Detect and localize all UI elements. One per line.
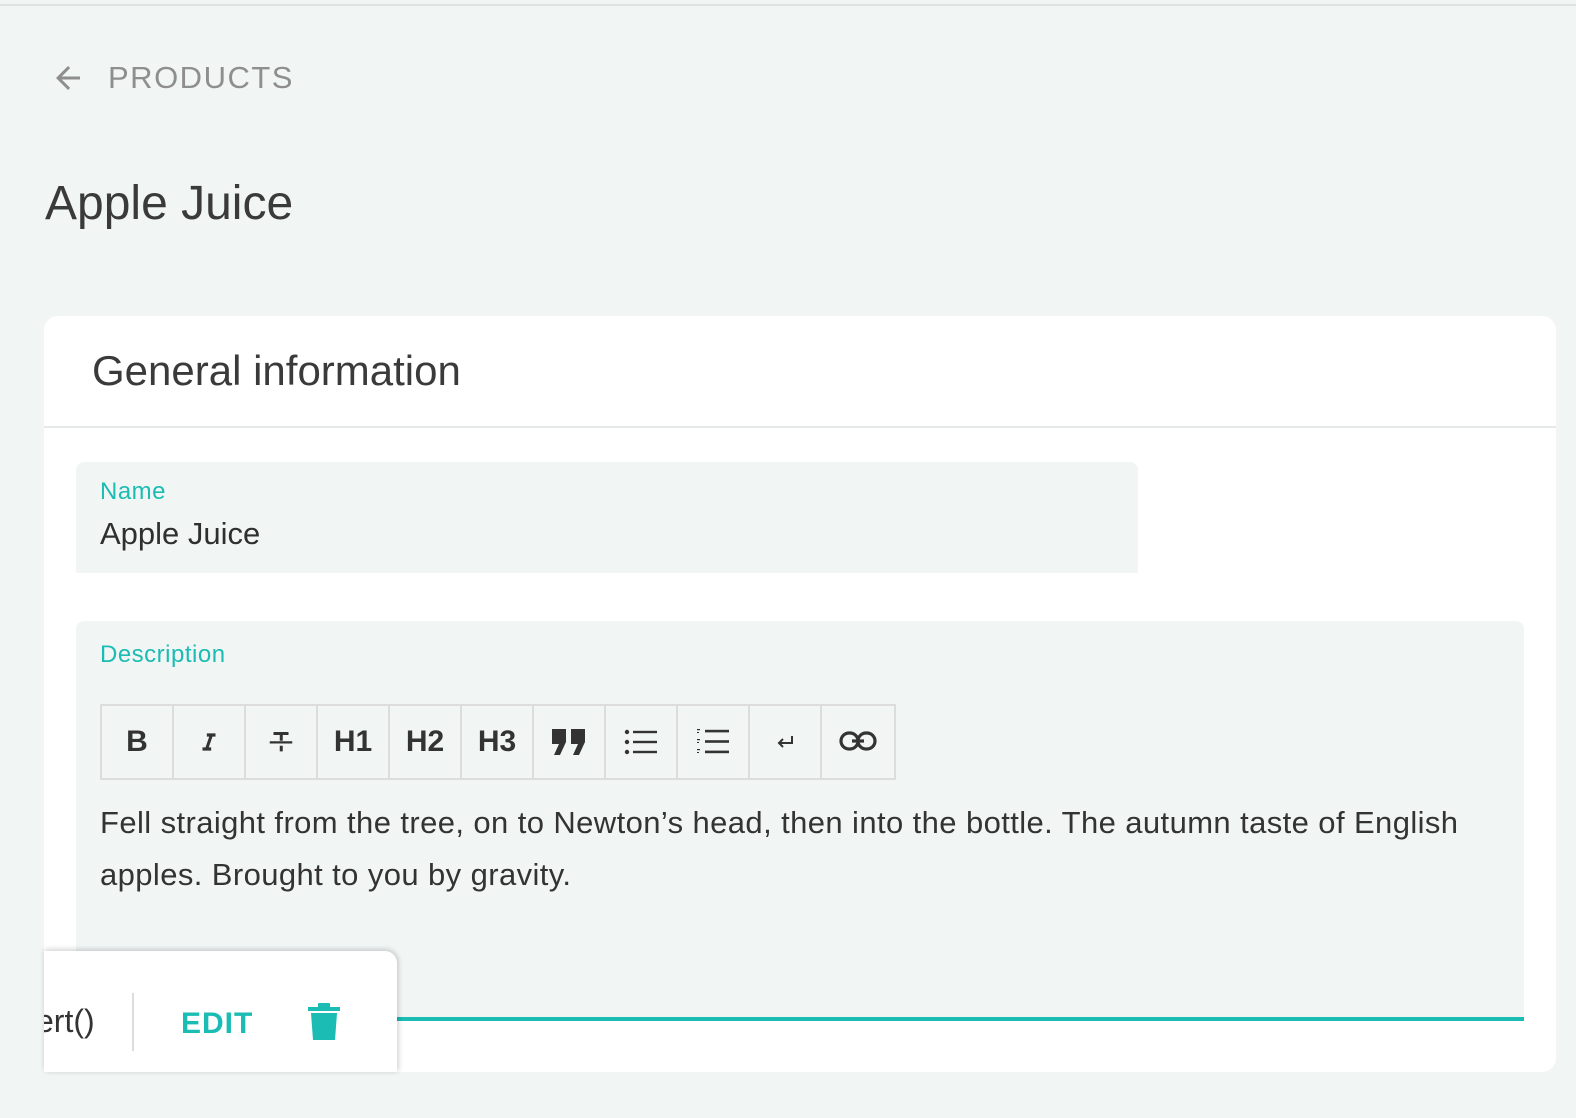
- description-field-label: Description: [100, 641, 226, 668]
- ordered-list-button[interactable]: [678, 706, 750, 778]
- trash-icon[interactable]: [306, 1002, 342, 1042]
- arrow-left-icon: [48, 58, 88, 98]
- name-input[interactable]: [100, 514, 1100, 554]
- toolbar-divider: [132, 993, 134, 1051]
- top-divider: [0, 0, 1576, 6]
- bold-label: B: [126, 725, 148, 758]
- heading-2-label: H2: [405, 725, 445, 758]
- card-title: General information: [92, 347, 461, 394]
- link-button[interactable]: [822, 706, 894, 778]
- floating-action-toolbar: ert() EDIT: [44, 951, 397, 1072]
- edit-button[interactable]: EDIT: [181, 1007, 253, 1041]
- description-editor[interactable]: Fell straight from the tree, on to Newto…: [100, 797, 1500, 901]
- heading-3-button[interactable]: H3: [462, 706, 534, 778]
- back-link-label: PRODUCTS: [108, 60, 294, 95]
- line-break-icon: [774, 732, 796, 752]
- blockquote-button[interactable]: [534, 706, 606, 778]
- heading-1-button[interactable]: H1: [318, 706, 390, 778]
- strikethrough-button[interactable]: [246, 706, 318, 778]
- line-break-button[interactable]: [750, 706, 822, 778]
- italic-icon: [196, 729, 222, 755]
- page: PRODUCTS Apple Juice General information…: [0, 0, 1576, 1118]
- italic-button[interactable]: [174, 706, 246, 778]
- quote-icon: [550, 727, 588, 757]
- code-fragment-text: ert(): [44, 1003, 95, 1039]
- card-header: General information: [44, 316, 1556, 428]
- heading-2-button[interactable]: H2: [390, 706, 462, 778]
- rich-text-toolbar: B H1 H2 H3: [100, 704, 896, 780]
- bullet-list-button[interactable]: [606, 706, 678, 778]
- page-title: Apple Juice: [45, 177, 294, 230]
- name-field-label: Name: [100, 478, 167, 505]
- strikethrough-icon: [266, 727, 296, 757]
- bullet-list-icon: [624, 727, 658, 757]
- heading-1-label: H1: [333, 725, 373, 758]
- link-icon: [839, 730, 877, 754]
- ordered-list-icon: [696, 726, 730, 758]
- bold-button[interactable]: B: [102, 706, 174, 778]
- back-to-products-link[interactable]: PRODUCTS: [48, 56, 294, 100]
- heading-3-label: H3: [477, 725, 517, 758]
- name-field[interactable]: Name: [76, 462, 1138, 573]
